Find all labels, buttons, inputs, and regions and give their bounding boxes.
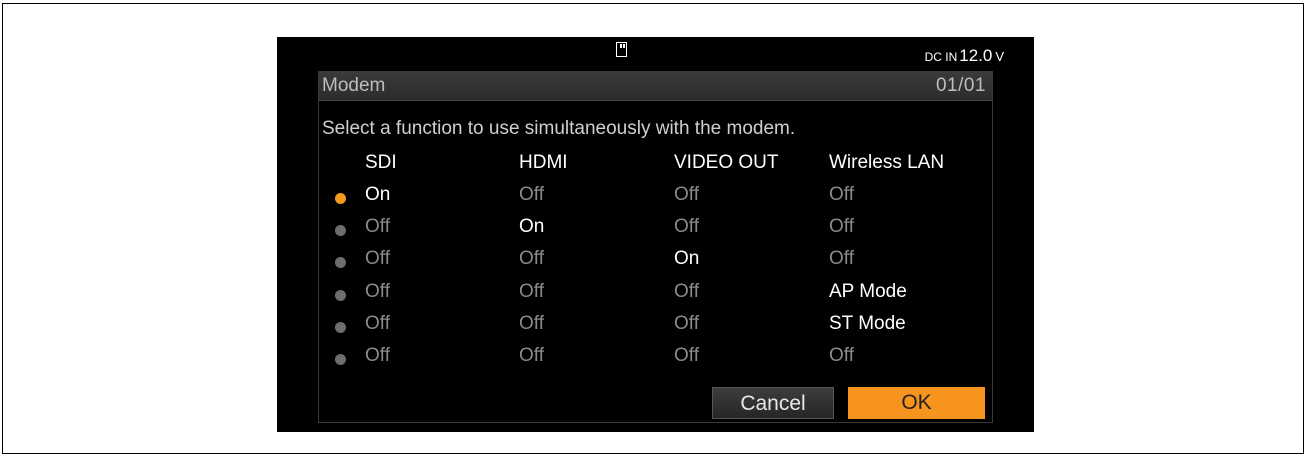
page-indicator: 01/01 [935, 75, 986, 96]
radio-button[interactable] [335, 354, 346, 365]
radio-button[interactable] [335, 322, 346, 333]
option-row[interactable]: Off Off Off ST Mode [319, 313, 992, 345]
status-bar: DC IN 12.0 V [277, 37, 1034, 71]
media-card-icon [616, 42, 627, 57]
option-cell: Off [829, 345, 854, 366]
option-cell: Off [519, 281, 544, 302]
option-row[interactable]: Off Off Off Off [319, 345, 992, 377]
option-cell: Off [829, 184, 854, 205]
camera-screen: DC IN 12.0 V Modem 01/01 Select a function… [277, 37, 1034, 432]
option-cell: On [365, 184, 391, 205]
option-row[interactable]: Off Off On Off [319, 248, 992, 280]
option-cell: Off [829, 216, 854, 237]
column-header-video-out: VIDEO OUT [674, 152, 779, 173]
dc-in-unit: V [995, 49, 1004, 64]
option-row[interactable]: Off Off Off AP Mode [319, 281, 992, 313]
dialog-title: Modem [322, 75, 386, 96]
radio-button[interactable] [335, 290, 346, 301]
ok-button[interactable]: OK [848, 387, 985, 419]
modem-dialog: Modem 01/01 Select a function to use sim… [318, 71, 993, 423]
column-header-hdmi: HDMI [519, 152, 568, 173]
option-cell: Off [519, 248, 544, 269]
dc-in-label: DC IN [924, 50, 958, 64]
dialog-title-bar: Modem 01/01 [319, 72, 992, 101]
option-cell: Off [674, 281, 699, 302]
dc-in-value: 12.0 [959, 46, 993, 65]
radio-button[interactable] [335, 193, 346, 204]
dc-in-indicator: DC IN 12.0 V [925, 46, 1004, 66]
option-cell: Off [519, 345, 544, 366]
cancel-button[interactable]: Cancel [712, 387, 834, 419]
option-cell: Off [674, 184, 699, 205]
option-cell: Off [519, 184, 544, 205]
option-row[interactable]: Off On Off Off [319, 216, 992, 248]
radio-button[interactable] [335, 257, 346, 268]
option-cell: Off [674, 345, 699, 366]
option-cell: Off [365, 345, 390, 366]
radio-button[interactable] [335, 225, 346, 236]
column-header-wireless-lan: Wireless LAN [829, 152, 945, 173]
option-cell: ST Mode [829, 313, 906, 334]
option-cell: AP Mode [829, 281, 907, 302]
option-cell: Off [829, 248, 854, 269]
option-cell: Off [674, 216, 699, 237]
option-cell: Off [365, 313, 390, 334]
option-cell: On [519, 216, 545, 237]
column-header-sdi: SDI [365, 152, 397, 173]
option-cell: Off [365, 248, 390, 269]
option-row[interactable]: On Off Off Off [319, 184, 992, 216]
option-cell: On [674, 248, 700, 269]
option-cell: Off [365, 216, 390, 237]
option-cell: Off [365, 281, 390, 302]
option-cell: Off [519, 313, 544, 334]
dialog-instruction: Select a function to use simultaneously … [322, 118, 796, 139]
option-cell: Off [674, 313, 699, 334]
